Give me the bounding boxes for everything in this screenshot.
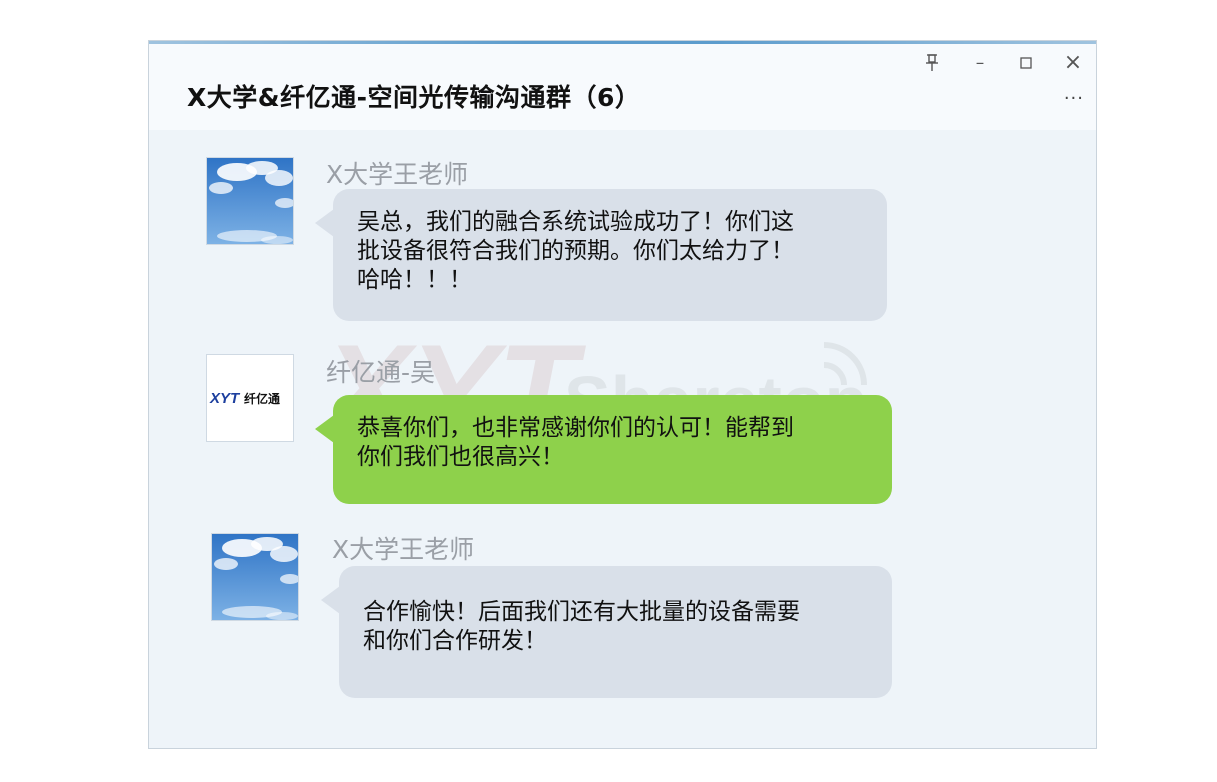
sender-name: X大学王老师	[326, 160, 469, 189]
more-options-button[interactable]: ···	[1064, 88, 1084, 109]
avatar[interactable]: XYT 纤亿通	[206, 354, 294, 442]
sky-avatar-image	[212, 534, 298, 620]
chat-title: X大学&纤亿通-空间光传输沟通群（6）	[187, 83, 641, 112]
logo-cjk-text: 纤亿通	[244, 391, 280, 406]
sender-name: X大学王老师	[332, 535, 475, 564]
maximize-icon	[1020, 57, 1032, 69]
chat-window: X大学&纤亿通-空间光传输沟通群（6） – × ··· XYT Sharetop	[148, 40, 1097, 749]
pin-icon	[926, 54, 938, 71]
message-text-line: 你们我们也很高兴！	[357, 444, 564, 470]
message-text-line: 恭喜你们，也非常感谢你们的认可！能帮到	[357, 415, 794, 441]
xyt-logo-icon: XYT 纤亿通	[209, 390, 280, 407]
message-bubble[interactable]: 吴总，我们的融合系统试验成功了！你们这 批设备很符合我们的预期。你们太给力了！ …	[315, 189, 887, 321]
close-button[interactable]: ×	[1062, 52, 1084, 74]
message-area[interactable]: XYT Sharetop	[149, 130, 1096, 748]
message-text-line: 吴总，我们的融合系统试验成功了！你们这	[357, 209, 794, 235]
title-bar[interactable]: X大学&纤亿通-空间光传输沟通群（6） – × ···	[149, 44, 1096, 131]
message-bubble[interactable]: 恭喜你们，也非常感谢你们的认可！能帮到 你们我们也很高兴！	[315, 395, 892, 504]
maximize-button[interactable]	[1015, 52, 1037, 74]
message-bubble[interactable]: 合作愉快！后面我们还有大批量的设备需要 和你们合作研发！	[321, 566, 892, 698]
avatar[interactable]	[206, 157, 294, 245]
sky-avatar-image	[207, 158, 293, 244]
avatar[interactable]	[211, 533, 299, 621]
message-text-line: 合作愉快！后面我们还有大批量的设备需要	[363, 599, 800, 625]
minimize-button[interactable]: –	[969, 52, 991, 74]
message-text-line: 哈哈！！！	[357, 267, 472, 293]
pin-button[interactable]	[921, 52, 943, 74]
sender-name: 纤亿通-吴	[326, 358, 436, 387]
message-text-line: 和你们合作研发！	[363, 628, 547, 654]
message-text-line: 批设备很符合我们的预期。你们太给力了！	[357, 238, 794, 264]
logo-latin-text: XYT	[209, 390, 241, 407]
